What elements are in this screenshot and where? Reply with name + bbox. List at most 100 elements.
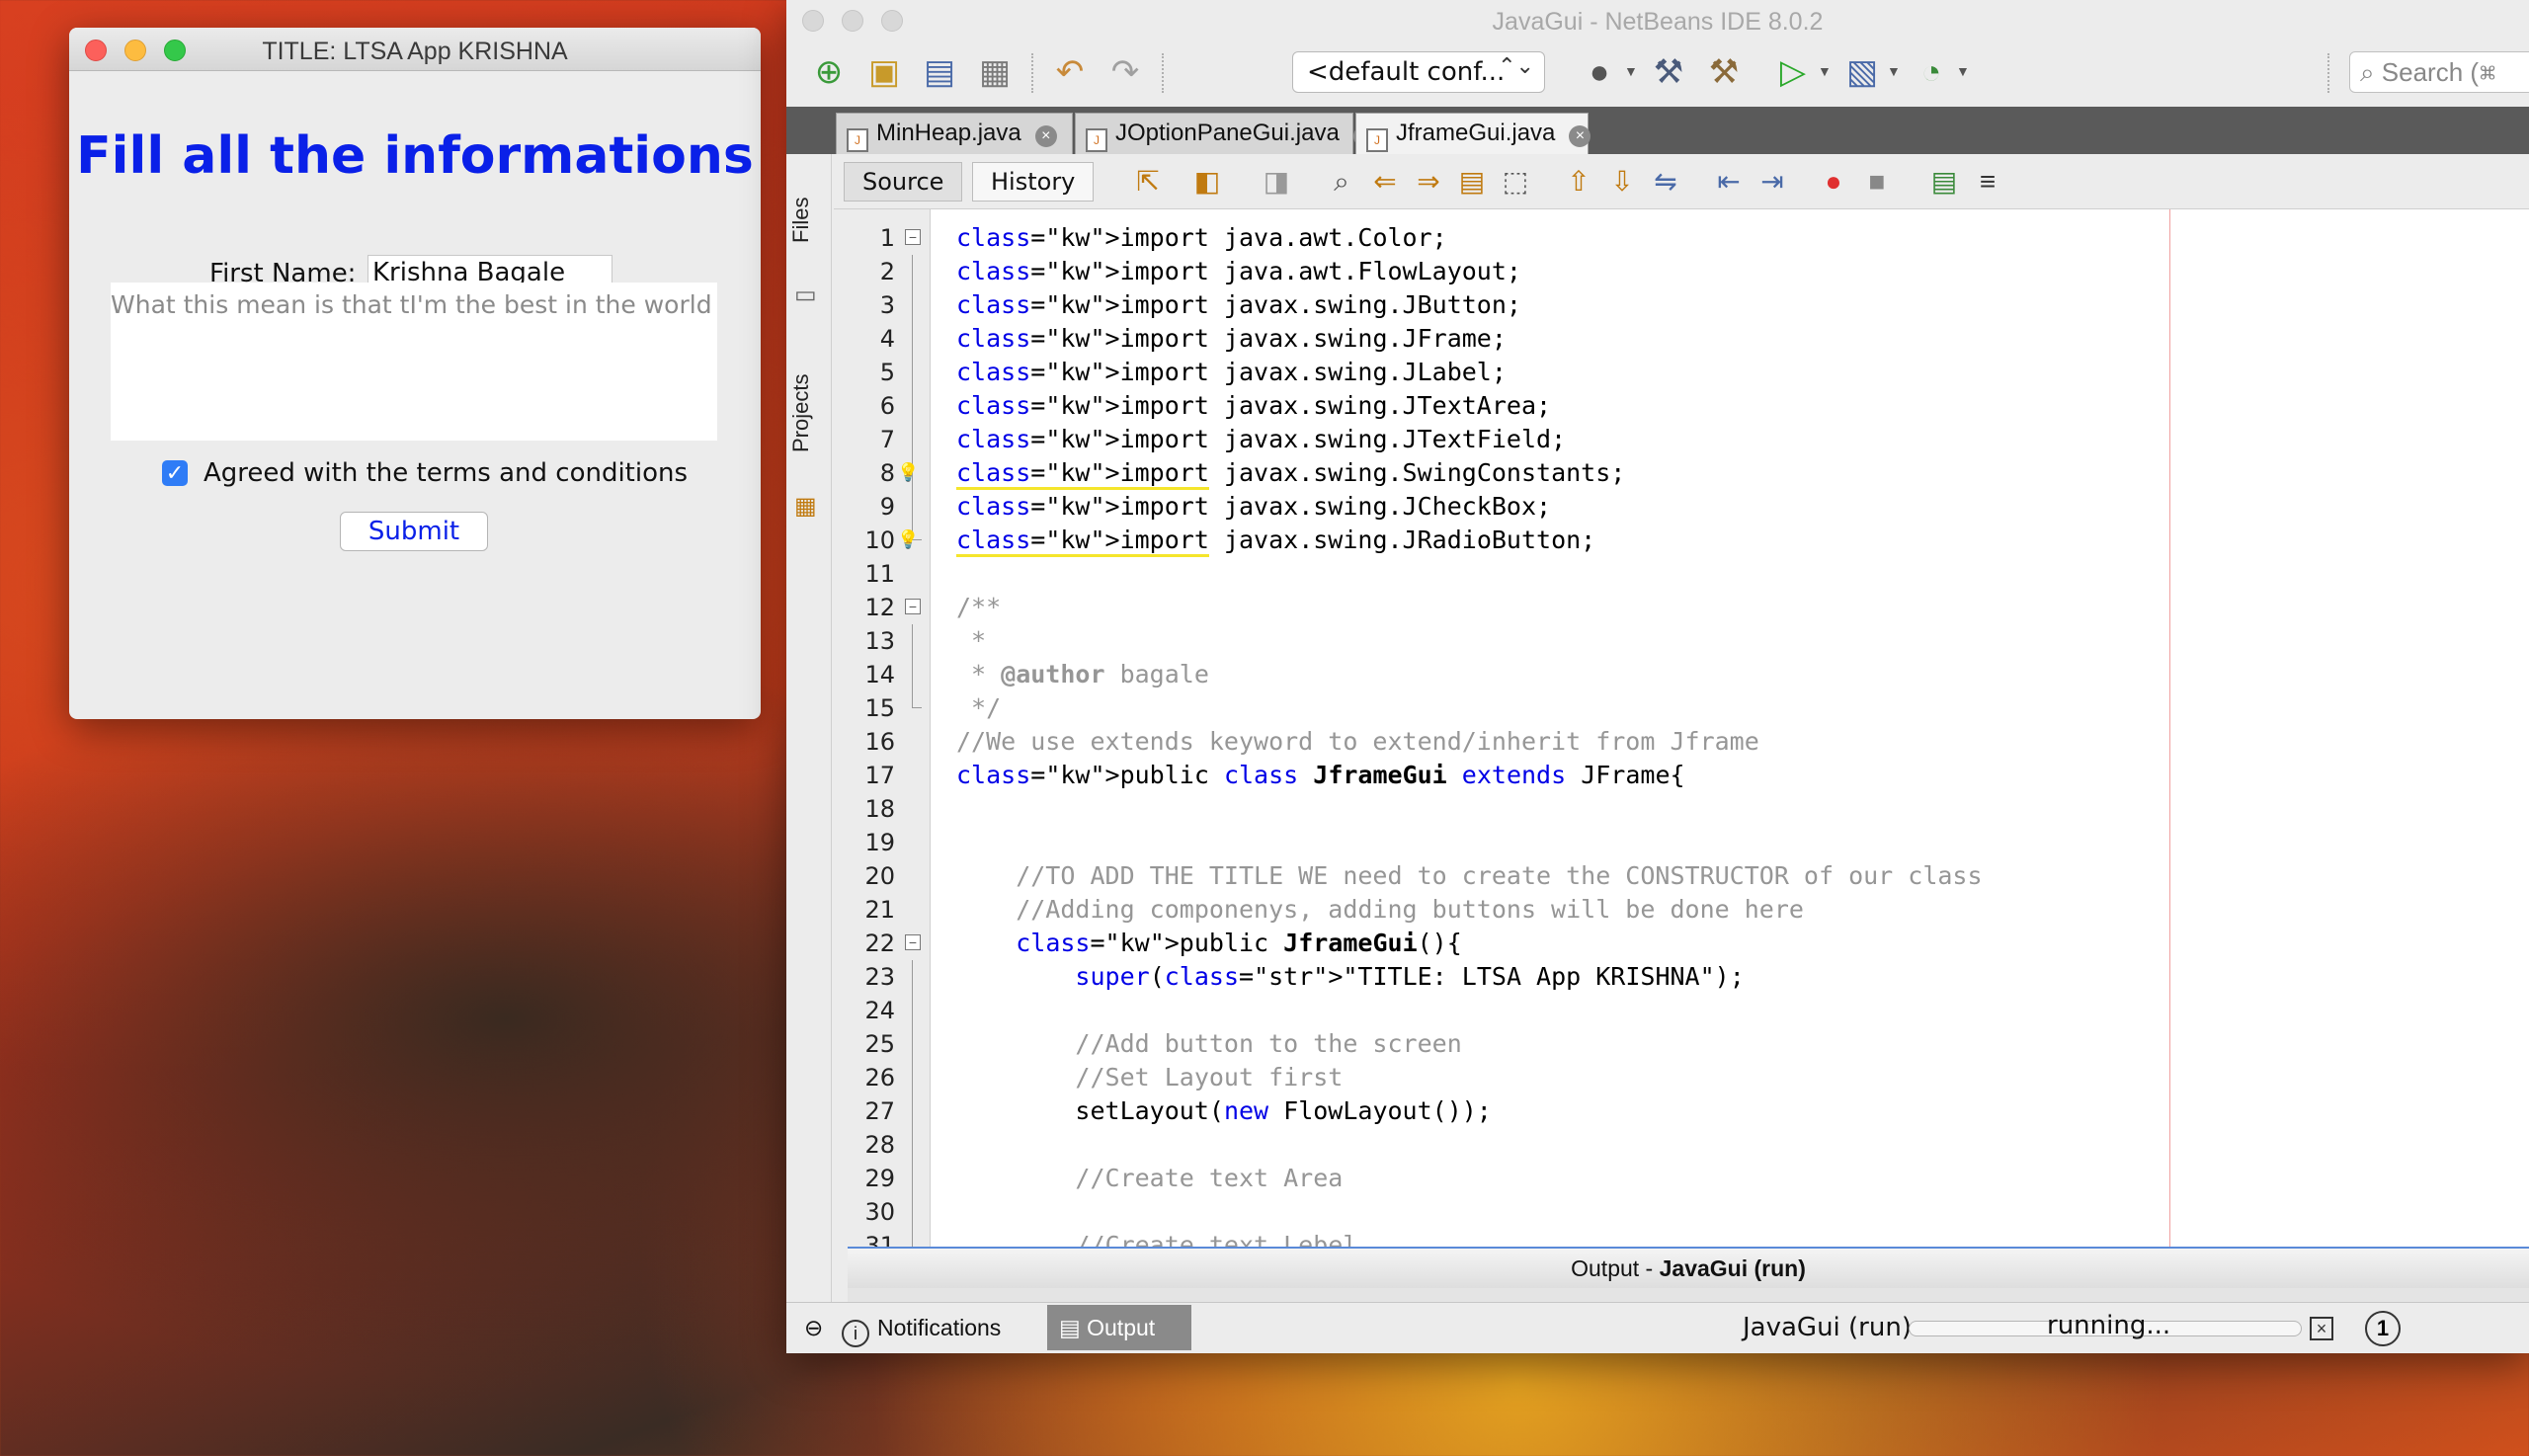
stop-macro-icon[interactable]: ■ (1859, 164, 1895, 200)
line-number: 23 (864, 963, 895, 991)
warning-hint-icon[interactable]: 💡 (897, 462, 919, 484)
fold-marker: 💡 (897, 456, 927, 490)
new-file-icon[interactable]: ⊕ (806, 49, 852, 95)
output-panel-title[interactable]: Output - JavaGui (run) (848, 1247, 2529, 1288)
next-bookmark-icon[interactable]: ⇩ (1604, 164, 1640, 200)
tab-label: JOptionPaneGui.java (1115, 120, 1340, 146)
fold-marker (905, 994, 927, 1027)
warning-hint-icon[interactable]: 💡 (897, 529, 919, 551)
new-project-icon[interactable]: ▣ (861, 49, 907, 95)
line-number: 22 (864, 930, 895, 957)
code-line: class="kw">import javax.swing.JRadioButt… (956, 524, 1983, 557)
forward-icon[interactable]: ◨ (1259, 164, 1294, 200)
previous-bookmark-icon[interactable]: ⇧ (1561, 164, 1596, 200)
rect-select-icon[interactable]: ⬚ (1498, 164, 1533, 200)
fold-marker (905, 1162, 927, 1195)
code-line: class="kw">import javax.swing.JFrame; (956, 324, 1507, 353)
search-input[interactable]: ⌕ Search (⌘ (2349, 51, 2529, 93)
fold-marker (905, 826, 927, 859)
tab-minheap[interactable]: J MinHeap.java × (836, 113, 1073, 154)
output-tab[interactable]: ▤ Output (1047, 1305, 1191, 1350)
history-view-button[interactable]: History (972, 162, 1095, 202)
shift-left-icon[interactable]: ⇤ (1711, 164, 1747, 200)
line-number: 17 (864, 762, 895, 789)
fold-marker (905, 1128, 927, 1162)
code-editor[interactable]: class="kw">import java.awt.Color; class="… (931, 209, 2529, 1251)
fold-marker (905, 691, 927, 725)
source-view-button[interactable]: Source (844, 162, 963, 202)
tab-joptionpanegui[interactable]: JJOptionPaneGui.java× (1075, 113, 1375, 154)
code-line: //TO ADD THE TITLE WE need to create the… (956, 861, 1983, 890)
notification-count-icon[interactable]: 1 (2365, 1311, 2401, 1346)
back-icon[interactable]: ◧ (1189, 164, 1225, 200)
line-number: 7 (879, 426, 895, 453)
fold-marker[interactable]: − (905, 591, 927, 624)
fold-marker (905, 893, 927, 927)
collapse-icon[interactable]: − (905, 599, 921, 614)
build-hammer-icon[interactable]: ⚒ (1646, 49, 1691, 95)
line-number: 9 (879, 493, 895, 521)
comment-icon[interactable]: ▤ (1926, 164, 1962, 200)
run-project-icon[interactable]: ▷ (1770, 49, 1816, 95)
collapse-icon[interactable]: − (905, 934, 921, 950)
code-line: class="kw">public JframeGui(){ (1016, 929, 1462, 957)
chevron-down-icon[interactable]: ▼ (1887, 63, 1901, 79)
fold-guide-line (912, 490, 913, 524)
fold-guide-line (912, 1094, 913, 1128)
save-all-icon[interactable]: ▦ (972, 49, 1018, 95)
editor-toolbar: Source History ⇱ ◧ ◨ ⌕ ⇐ ⇒ ▤ ⬚ ⇧ ⇩ ⇋ ⇤ ⇥… (834, 154, 2529, 209)
agree-checkbox[interactable]: ✓ (162, 460, 188, 486)
close-tab-icon[interactable]: × (1034, 125, 1057, 147)
ide-window: JavaGui - NetBeans IDE 8.0.2 ⊕ ▣ ▤ ▦ ↶ ↷… (786, 0, 2529, 1353)
chevron-down-icon[interactable]: ▼ (1624, 63, 1638, 79)
files-icon[interactable]: ▭ (794, 281, 822, 308)
chevron-down-icon[interactable]: ▼ (1956, 63, 1970, 79)
fold-marker (905, 423, 927, 456)
projects-side-tab[interactable]: Projects (788, 344, 828, 482)
last-edit-icon[interactable]: ⇱ (1130, 164, 1166, 200)
code-line: * @author bagale (956, 660, 1209, 688)
projects-icon[interactable]: ▦ (794, 492, 822, 520)
toggle-highlight-icon[interactable]: ▤ (1454, 164, 1490, 200)
shift-right-icon[interactable]: ⇥ (1754, 164, 1790, 200)
clean-build-icon[interactable]: ⚒ (1701, 49, 1747, 95)
code-line: class="kw">import javax.swing.SwingConst… (956, 456, 1983, 490)
line-number: 14 (864, 661, 895, 688)
uncomment-icon[interactable]: ≡ (1970, 164, 2005, 200)
toggle-bookmark-icon[interactable]: ⇋ (1648, 164, 1683, 200)
fold-guide-line (912, 423, 913, 456)
start-macro-icon[interactable]: ● (1816, 164, 1851, 200)
line-number: 15 (864, 694, 895, 722)
find-previous-icon[interactable]: ⇐ (1367, 164, 1403, 200)
profile-project-icon[interactable]: ◔ (1909, 49, 1954, 95)
fold-marker (905, 792, 927, 826)
browser-globe-icon[interactable]: ● (1577, 49, 1622, 95)
chevron-down-icon[interactable]: ▼ (1818, 63, 1832, 79)
fold-marker (905, 356, 927, 389)
code-line: class="kw">import java.awt.Color; (956, 223, 1447, 252)
fold-marker[interactable]: − (905, 927, 927, 960)
configuration-select[interactable]: <default conf... ⌃⌄ (1292, 51, 1545, 93)
line-number: 30 (864, 1198, 895, 1226)
fold-marker[interactable]: − (905, 221, 927, 255)
tab-jframegui[interactable]: J JframeGui.java × (1355, 113, 1591, 154)
notifications-tab[interactable]: i Notifications (830, 1305, 1013, 1350)
stop-task-icon[interactable]: × (2310, 1317, 2333, 1340)
find-next-icon[interactable]: ⇒ (1411, 164, 1446, 200)
collapse-icon[interactable]: − (905, 229, 921, 245)
close-tab-icon[interactable]: × (1569, 125, 1591, 147)
find-icon[interactable]: ⌕ (1324, 164, 1359, 200)
restore-panel-icon[interactable]: ⊖ (792, 1305, 835, 1350)
redo-icon[interactable]: ↷ (1102, 49, 1148, 95)
java-file-icon: J (1086, 128, 1107, 152)
configuration-value: <default conf... (1307, 57, 1506, 87)
description-textarea[interactable]: What this mean is that tI'm the best in … (111, 283, 717, 441)
files-side-tab[interactable]: Files (788, 176, 828, 265)
search-icon: ⌕ (2360, 57, 2382, 87)
submit-button[interactable]: Submit (340, 512, 488, 551)
open-project-icon[interactable]: ▤ (917, 49, 962, 95)
debug-project-icon[interactable]: ▧ (1839, 49, 1885, 95)
undo-icon[interactable]: ↶ (1047, 49, 1093, 95)
